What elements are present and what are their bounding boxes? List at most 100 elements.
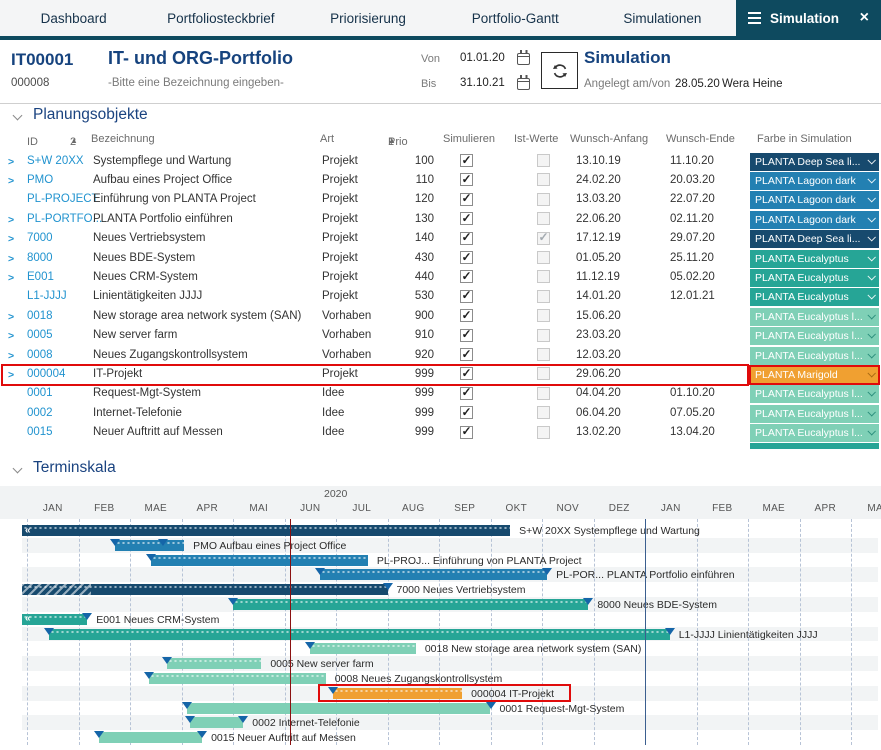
simulieren-checkbox[interactable] — [460, 367, 473, 380]
next-row-color-strip — [750, 443, 879, 449]
color-dropdown[interactable]: PLANTA Lagoon dark — [750, 191, 879, 209]
gantt-bar[interactable] — [22, 584, 388, 595]
von-date-field[interactable]: 01.01.20 — [460, 52, 505, 64]
simulieren-checkbox[interactable] — [460, 309, 473, 322]
close-icon[interactable]: × — [860, 10, 869, 26]
color-dropdown[interactable]: PLANTA Eucalyptus l... — [750, 308, 879, 326]
expand-arrow-icon[interactable]: > — [8, 156, 14, 168]
simulieren-checkbox[interactable] — [460, 270, 473, 283]
tab-simulationen[interactable]: Simulationen — [589, 0, 736, 36]
color-dropdown[interactable]: PLANTA Eucalyptus — [750, 288, 879, 306]
portfolio-subtitle[interactable]: -Bitte eine Bezeichnung eingeben- — [108, 77, 284, 89]
color-dropdown[interactable]: PLANTA Eucalyptus l... — [750, 385, 879, 403]
expand-arrow-icon[interactable]: > — [8, 369, 14, 381]
col-art[interactable]: Art — [320, 133, 334, 145]
gantt-bar[interactable] — [320, 569, 548, 580]
tab-portfolio-gantt[interactable]: Portfolio-Gantt — [442, 0, 589, 36]
gantt-bar[interactable]: « — [22, 614, 87, 625]
color-dropdown[interactable]: PLANTA Eucalyptus — [750, 250, 879, 268]
expand-arrow-icon[interactable]: > — [8, 175, 14, 187]
tab-simulation-active[interactable]: Simulation × — [736, 0, 881, 36]
simulieren-checkbox[interactable] — [460, 232, 473, 245]
tab-dashboard[interactable]: Dashboard — [0, 0, 147, 36]
row-id-link[interactable]: 0005 — [27, 329, 53, 341]
col-simulieren[interactable]: Simulieren — [443, 133, 495, 145]
gantt-bar[interactable] — [99, 732, 202, 743]
row-id-link[interactable]: L1-JJJJ — [27, 290, 67, 302]
gantt-year-label: 2020 — [324, 488, 347, 500]
simulieren-checkbox[interactable] — [460, 193, 473, 206]
expand-arrow-icon[interactable]: > — [8, 272, 14, 284]
color-dropdown[interactable]: PLANTA Deep Sea li... — [750, 153, 879, 171]
row-id-link[interactable]: 0001 — [27, 387, 53, 399]
gantt-bar[interactable] — [190, 717, 243, 728]
color-dropdown[interactable]: PLANTA Eucalyptus l... — [750, 405, 879, 423]
simulieren-checkbox[interactable] — [460, 251, 473, 264]
col-wunsch-anfang[interactable]: Wunsch-Anfang — [570, 133, 648, 145]
color-dropdown[interactable]: PLANTA Eucalyptus l... — [750, 424, 879, 442]
color-dropdown[interactable]: PLANTA Eucalyptus l... — [750, 327, 879, 345]
simulieren-checkbox[interactable] — [460, 173, 473, 186]
expand-arrow-icon[interactable]: > — [8, 350, 14, 362]
gantt-bar[interactable] — [49, 629, 670, 640]
refresh-button[interactable] — [541, 52, 578, 89]
col-ist-werte[interactable]: Ist-Werte — [514, 133, 558, 145]
row-wunsch-ende: 02.11.20 — [670, 213, 714, 225]
row-art: Projekt — [322, 232, 358, 244]
row-id-link[interactable]: PMO — [27, 174, 53, 186]
col-wunsch-ende[interactable]: Wunsch-Ende — [666, 133, 735, 145]
simulieren-checkbox[interactable] — [460, 426, 473, 439]
color-dropdown[interactable]: PLANTA Lagoon dark — [750, 211, 879, 229]
expand-arrow-icon[interactable]: > — [8, 214, 14, 226]
gantt-bar[interactable] — [151, 555, 368, 566]
row-id-link[interactable]: E001 — [27, 271, 54, 283]
row-id-link[interactable]: S+W 20XX — [27, 155, 84, 167]
row-id-link[interactable]: 8000 — [27, 252, 53, 264]
color-dropdown[interactable]: PLANTA Lagoon dark — [750, 172, 879, 190]
row-id-link[interactable]: PL-PROJECT — [27, 193, 99, 205]
row-id-link[interactable]: 0002 — [27, 407, 53, 419]
tab-priorisierung[interactable]: Priorisierung — [294, 0, 441, 36]
color-dropdown[interactable]: PLANTA Eucalyptus — [750, 269, 879, 287]
simulieren-checkbox[interactable] — [460, 154, 473, 167]
gantt-bar[interactable] — [310, 643, 416, 654]
tab-portfoliosteckbrief[interactable]: Portfoliosteckbrief — [147, 0, 294, 36]
table-row: >0005New server farmVorhaben91023.03.20P… — [0, 327, 881, 346]
col-farbe[interactable]: Farbe in Simulation — [757, 133, 852, 145]
bis-date-field[interactable]: 31.10.21 — [460, 77, 505, 89]
expand-arrow-icon[interactable]: > — [8, 330, 14, 342]
gantt-bar[interactable] — [187, 703, 491, 714]
row-id-link[interactable]: 000004 — [27, 368, 65, 380]
collapse-chevron-icon[interactable] — [13, 111, 23, 121]
gantt-bar[interactable] — [167, 658, 261, 669]
collapse-chevron-icon[interactable] — [13, 464, 23, 474]
color-dropdown[interactable]: PLANTA Eucalyptus l... — [750, 347, 879, 365]
simulieren-checkbox[interactable] — [460, 348, 473, 361]
calendar-icon[interactable] — [517, 53, 530, 65]
simulation-pattern — [149, 673, 326, 679]
gantt-bar[interactable] — [233, 599, 588, 610]
expand-arrow-icon[interactable]: > — [8, 233, 14, 245]
row-id-link[interactable]: 0008 — [27, 349, 53, 361]
gantt-bar[interactable]: « — [22, 525, 510, 536]
calendar-icon[interactable] — [517, 78, 530, 90]
row-id-link[interactable]: 7000 — [27, 232, 53, 244]
gantt-bar[interactable] — [149, 673, 326, 684]
expand-arrow-icon[interactable]: > — [8, 253, 14, 265]
col-bezeichnung[interactable]: Bezeichnung — [91, 133, 155, 145]
color-dropdown[interactable]: PLANTA Marigold — [750, 366, 879, 384]
simulation-title: Simulation — [584, 48, 671, 68]
row-id-link[interactable]: 0015 — [27, 426, 53, 438]
simulieren-checkbox[interactable] — [460, 387, 473, 400]
row-id-link[interactable]: 0018 — [27, 310, 53, 322]
expand-arrow-icon[interactable]: > — [8, 311, 14, 323]
row-prio: 999 — [380, 426, 434, 438]
simulieren-checkbox[interactable] — [460, 329, 473, 342]
simulieren-checkbox[interactable] — [460, 290, 473, 303]
color-dropdown[interactable]: PLANTA Deep Sea li... — [750, 230, 879, 248]
gantt-bar[interactable] — [115, 540, 185, 551]
simulieren-checkbox[interactable] — [460, 212, 473, 225]
simulieren-checkbox[interactable] — [460, 406, 473, 419]
menu-icon[interactable] — [748, 12, 761, 24]
row-id-link[interactable]: PL-PORTFO... — [27, 213, 102, 225]
